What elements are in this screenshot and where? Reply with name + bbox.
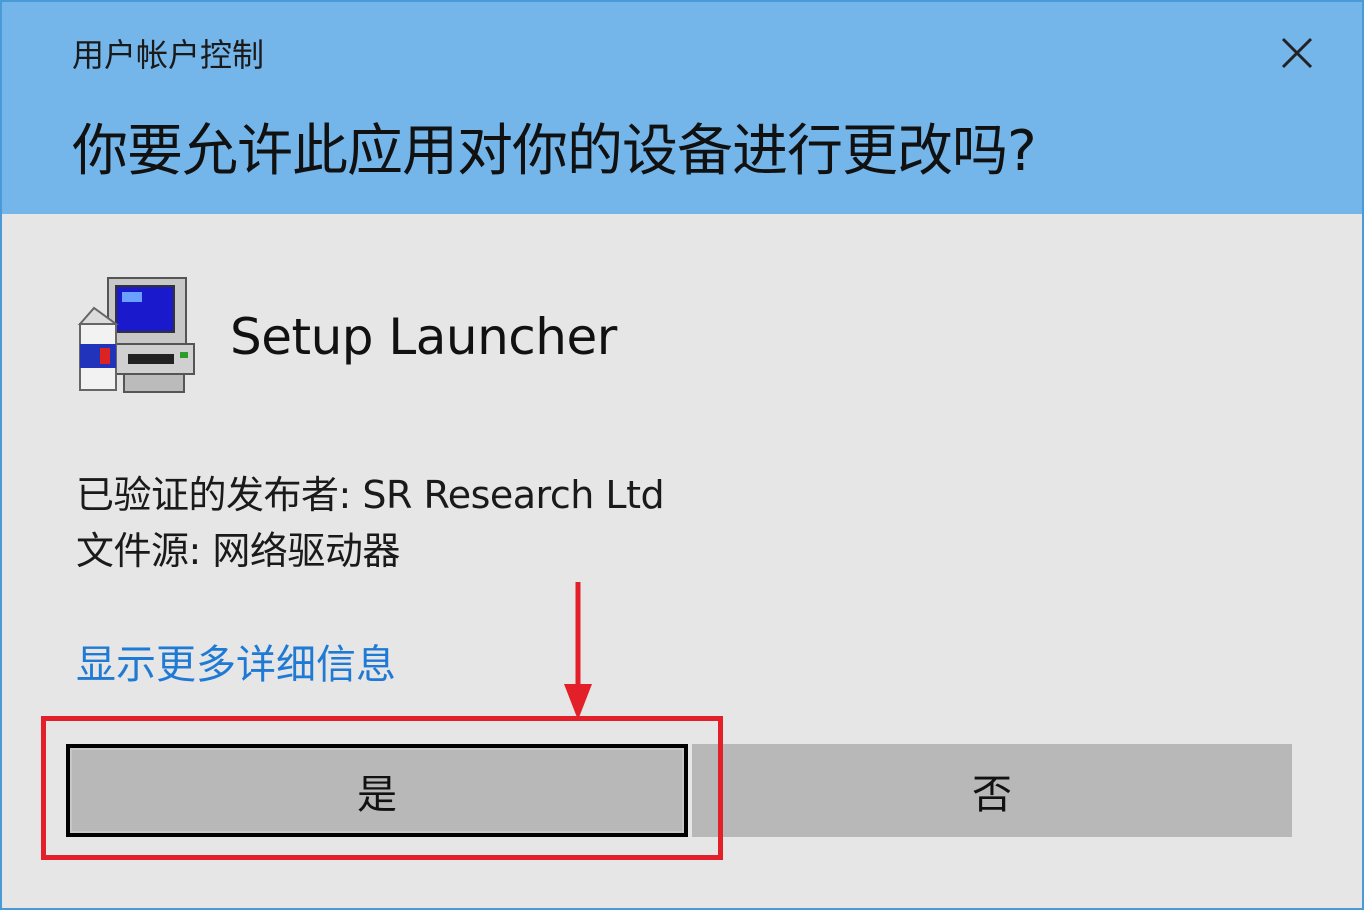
yes-button[interactable]: 是 (66, 744, 688, 837)
dialog-title: 用户帐户控制 (72, 36, 265, 74)
no-button[interactable]: 否 (692, 744, 1292, 837)
app-name: Setup Launcher (230, 308, 617, 366)
publisher-line: 已验证的发布者: SR Research Ltd (76, 464, 665, 519)
show-more-details-link[interactable]: 显示更多详细信息 (76, 632, 396, 690)
source-value: 网络驱动器 (212, 529, 400, 573)
setup-launcher-icon (77, 277, 195, 393)
publisher-value: SR Research Ltd (362, 473, 665, 517)
publisher-label: 已验证的发布者: (76, 473, 351, 517)
source-label: 文件源: (76, 529, 201, 573)
uac-dialog: 用户帐户控制 你要允许此应用对你的设备进行更改吗? Setup Launcher… (0, 0, 1364, 910)
close-icon (1281, 37, 1313, 69)
dialog-header: 用户帐户控制 你要允许此应用对你的设备进行更改吗? (2, 2, 1362, 214)
close-button[interactable] (1266, 22, 1328, 84)
dialog-question: 你要允许此应用对你的设备进行更改吗? (72, 119, 1037, 184)
annotation-arrow-icon (564, 582, 592, 720)
source-line: 文件源: 网络驱动器 (76, 520, 400, 575)
